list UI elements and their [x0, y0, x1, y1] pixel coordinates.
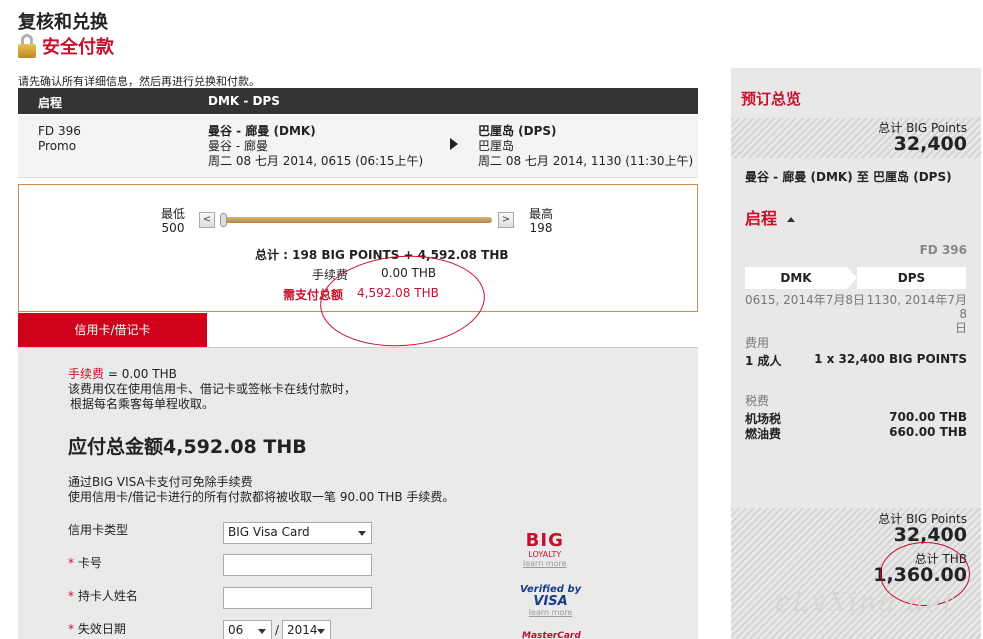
flight-row: FD 396 Promo 曼谷 - 廊曼 (DMK) 曼谷 - 廊曼 周二 08…: [18, 116, 698, 178]
summary-points-value: 32,400: [893, 133, 967, 155]
flight-number: FD 396: [38, 124, 81, 138]
cardholder-label: * 持卡人姓名: [68, 589, 138, 603]
secure-payment-label: 安全付款: [42, 37, 114, 58]
expiry-separator: /: [275, 623, 280, 637]
payment-panel: 手续费 = 0.00 THB 该费用仅在使用信用卡、借记卡或签帐卡在线付款时， …: [18, 347, 698, 639]
payment-fee-line: 手续费 = 0.00 THB: [68, 367, 177, 382]
page-title: 复核和兑换: [18, 12, 108, 33]
slider-max-value: 198: [529, 221, 553, 235]
expiry-month-select[interactable]: 06: [223, 620, 272, 639]
chevron-down-icon: [358, 531, 366, 536]
card-type-value: BIG Visa Card: [228, 525, 310, 539]
secure-payment-title: 安全付款: [18, 33, 114, 59]
fuel-value: 660.00 THB: [889, 425, 967, 439]
cardholder-input[interactable]: [223, 587, 372, 609]
chevron-down-icon: [317, 629, 325, 634]
fee-note-2: 根据每名乘客每单程收取。: [70, 397, 215, 411]
slider-thumb[interactable]: [220, 213, 227, 227]
slider-min-label: 最低: [161, 207, 186, 221]
tab-credit-card[interactable]: 信用卡/借记卡: [18, 313, 207, 353]
flight-info: FD 396 Promo: [38, 124, 81, 154]
departure-sub: 曼谷 - 廊曼: [208, 139, 268, 153]
departure-info: 曼谷 - 廊曼 (DMK) 曼谷 - 廊曼 周二 08 七月 2014, 061…: [208, 124, 423, 169]
chevron-up-icon: [787, 217, 796, 222]
segment-from-time: 0615, 2014年7月8日: [745, 293, 865, 307]
fare-type: Promo: [38, 139, 77, 153]
summary-section-toggle[interactable]: 启程: [745, 205, 796, 229]
mastercard-logo: MasterCard: [522, 631, 581, 639]
chevron-down-icon: [258, 629, 266, 634]
slider-decrease-button[interactable]: <: [199, 212, 215, 228]
arrival-time: 周二 08 七月 2014, 1130 (11:30上午): [478, 154, 694, 168]
trip-header-label: 启程: [38, 96, 63, 110]
fee-note-1: 该费用仅在使用信用卡、借记卡或签帐卡在线付款时，: [68, 382, 357, 396]
trip-header-bar: 启程 DMK - DPS: [18, 88, 698, 114]
expiry-label: * 失效日期: [68, 622, 126, 636]
visa-learn-more-link[interactable]: learn more: [520, 608, 581, 618]
summary-route: 曼谷 - 廊曼 (DMK) 至 巴厘岛 (DPS): [745, 170, 952, 184]
card-type-select[interactable]: BIG Visa Card: [223, 522, 372, 544]
intro-text: 请先确认所有详细信息，然后再进行兑换和付款。: [18, 75, 260, 88]
payment-fee-value: = 0.00 THB: [104, 367, 177, 381]
summary-flight-number: FD 396: [919, 243, 967, 257]
slider-track[interactable]: [222, 217, 492, 223]
segment-arrow: [847, 267, 857, 289]
slider-increase-button[interactable]: >: [498, 212, 514, 228]
arrival-sub: 巴厘岛: [478, 139, 515, 153]
departure-time: 周二 08 七月 2014, 0615 (06:15上午): [208, 154, 424, 168]
departure-city: 曼谷 - 廊曼 (DMK): [208, 124, 316, 138]
arrival-city: 巴厘岛 (DPS): [478, 124, 557, 138]
expiry-year-select[interactable]: 2014: [282, 620, 331, 639]
slider-max: 最高 198: [529, 207, 553, 235]
segment-to-time: 1130, 2014年7月8 日: [866, 293, 967, 335]
fuel-label: 燃油费: [745, 427, 782, 441]
expiry-year-value: 2014: [287, 623, 318, 637]
airport-tax-value: 700.00 THB: [889, 410, 967, 424]
big-loyalty-logo: BIG LOYALTY learn more: [523, 530, 567, 569]
big-learn-more-link[interactable]: learn more: [523, 559, 567, 569]
slider-max-label: 最高: [529, 207, 554, 221]
verified-by-visa-logo: Verified by VISA learn more: [520, 584, 582, 618]
amount-due-heading: 应付总金额4,592.08 THB: [68, 436, 307, 458]
adult-value: 1 x 32,400 BIG POINTS: [814, 352, 967, 366]
segment-to: DPS: [857, 267, 966, 289]
adult-label: 1 成人: [745, 354, 782, 368]
visa-note-2: 使用信用卡/借记卡进行的所有付款都将被收取一笔 90.00 THB 手续费。: [68, 490, 455, 504]
slider-min-value: 500: [161, 221, 185, 235]
expiry-month-value: 06: [228, 623, 244, 637]
arrival-info: 巴厘岛 (DPS) 巴厘岛 周二 08 七月 2014, 1130 (11:30…: [478, 124, 693, 169]
trip-header-route: DMK - DPS: [208, 94, 280, 108]
lock-icon: [18, 34, 36, 58]
tax-label: 税费: [745, 394, 770, 408]
slider-min: 最低 500: [161, 207, 185, 235]
visa-note-1: 通过BIG VISA卡支付可免除手续费: [68, 475, 253, 489]
card-number-input[interactable]: [223, 554, 372, 576]
payment-fee-label: 手续费: [68, 367, 105, 381]
card-type-label: 信用卡类型: [68, 523, 129, 537]
segment-from: DMK: [745, 267, 847, 289]
watermark: eLvXing.net: [775, 588, 956, 618]
arrow-right-icon: [450, 138, 458, 150]
card-number-label: * 卡号: [68, 556, 102, 570]
fees-label: 费用: [745, 336, 770, 350]
summary-title: 预订总览: [741, 90, 802, 108]
